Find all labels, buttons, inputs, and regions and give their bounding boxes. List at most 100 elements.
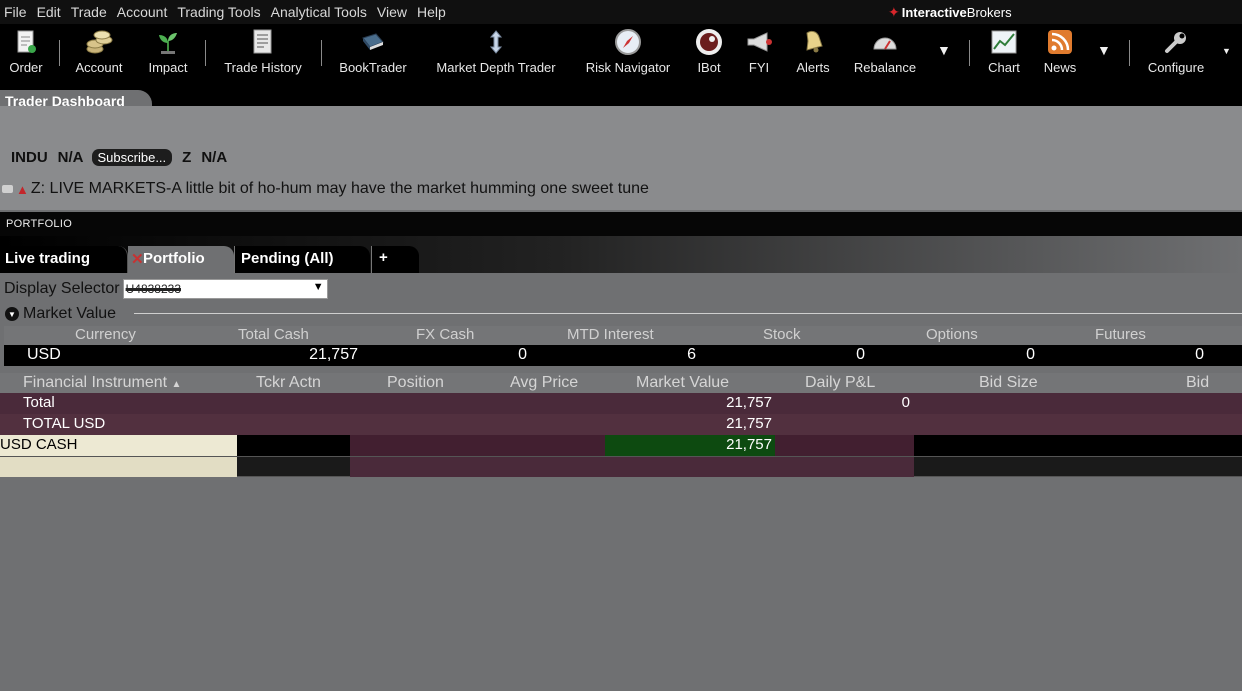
add-tab-button[interactable]: +	[371, 246, 419, 273]
ticker-symbol-z[interactable]: Z	[182, 149, 191, 166]
col-avg-price[interactable]: Avg Price	[510, 374, 578, 392]
col-mtd-interest[interactable]: MTD Interest	[567, 326, 654, 343]
mv-stock: 0	[856, 346, 865, 363]
mv-currency: USD	[27, 346, 61, 363]
compass-icon	[614, 28, 642, 56]
gauge-icon	[871, 28, 899, 56]
news-source-icon	[2, 185, 13, 193]
news-button[interactable]: News	[1040, 24, 1080, 82]
mv-futures: 0	[1195, 346, 1204, 363]
trader-dashboard: INDU N/A Subscribe... Z N/A ▲ Z: LIVE MA…	[0, 106, 1242, 210]
instrument-table-header: Financial Instrument ▲ Tckr Actn Positio…	[0, 373, 1242, 393]
market-value-row[interactable]: USD 21,757 0 6 0 0 0	[4, 345, 1242, 366]
menu-trade[interactable]: Trade	[67, 4, 113, 20]
booktrader-button[interactable]: BookTrader	[334, 24, 412, 82]
mv-options: 0	[1026, 346, 1035, 363]
market-value-header-row: Currency Total Cash FX Cash MTD Interest…	[4, 326, 1242, 345]
menu-account[interactable]: Account	[113, 4, 174, 20]
toolbar-overflow-dropdown-2[interactable]: ▼	[1097, 42, 1111, 58]
menu-bar: File Edit Trade Account Trading Tools An…	[0, 0, 1242, 24]
coins-icon	[85, 28, 113, 56]
col-position[interactable]: Position	[387, 374, 444, 392]
market-depth-trader-button[interactable]: Market Depth Trader	[428, 24, 564, 82]
col-market-value[interactable]: Market Value	[636, 374, 729, 392]
close-tab-icon[interactable]: ✕	[131, 250, 144, 268]
row-daily-pl: 0	[901, 394, 910, 411]
table-row-usd-cash[interactable]: USD CASH 21,757	[0, 435, 1242, 456]
table-row-total-usd[interactable]: TOTAL USD 21,757	[0, 414, 1242, 435]
news-headline[interactable]: ▲ Z: LIVE MARKETS-A little bit of ho-hum…	[2, 180, 649, 198]
menu-file[interactable]: File	[0, 4, 33, 20]
configure-button[interactable]: Configure	[1142, 24, 1210, 82]
col-currency[interactable]: Currency	[75, 326, 136, 343]
trade-history-button[interactable]: Trade History	[218, 24, 308, 82]
ibot-button[interactable]: IBot	[692, 24, 726, 82]
table-row-total[interactable]: Total 21,757 0	[0, 393, 1242, 414]
impact-button[interactable]: Impact	[142, 24, 194, 82]
chevron-down-icon: ▼	[312, 281, 324, 293]
configure-dropdown[interactable]: ▼	[1222, 46, 1231, 56]
display-selector: Display Selector U4838233 ▼	[4, 279, 328, 299]
menu-view[interactable]: View	[373, 4, 413, 20]
tab-live-trading[interactable]: Live trading	[0, 246, 128, 273]
toolbar-separator	[321, 40, 322, 66]
col-financial-instrument[interactable]: Financial Instrument ▲	[23, 374, 181, 392]
chart-icon	[990, 28, 1018, 56]
fyi-button[interactable]: FYI	[742, 24, 776, 82]
account-button[interactable]: Account	[72, 24, 126, 82]
ticker-row: INDU N/A Subscribe... Z N/A	[11, 149, 227, 166]
order-icon	[12, 28, 40, 56]
toolbar-separator	[205, 40, 206, 66]
display-selector-label: Display Selector	[4, 280, 120, 297]
mv-total-cash: 21,757	[309, 346, 358, 363]
bell-icon	[799, 28, 827, 56]
sort-ascending-icon: ▲	[171, 379, 182, 390]
risk-navigator-button[interactable]: Risk Navigator	[580, 24, 676, 82]
col-daily-pl[interactable]: Daily P&L	[805, 374, 875, 392]
toolbar-separator	[969, 40, 970, 66]
collapse-icon[interactable]: ▼	[5, 307, 19, 321]
menu-trading-tools[interactable]: Trading Tools	[173, 4, 266, 20]
col-fx-cash[interactable]: FX Cash	[416, 326, 474, 343]
account-select[interactable]: U4838233 ▼	[122, 279, 328, 299]
mv-mtd-interest: 6	[687, 346, 696, 363]
col-futures[interactable]: Futures	[1095, 326, 1146, 343]
book-icon	[359, 28, 387, 56]
cell-tckr-actn	[237, 435, 350, 456]
row-market-value: 21,757	[726, 415, 772, 432]
col-bid-size[interactable]: Bid Size	[979, 374, 1038, 392]
history-document-icon	[249, 28, 277, 56]
rebalance-button[interactable]: Rebalance	[850, 24, 920, 82]
section-divider	[134, 313, 1242, 314]
ibot-icon	[695, 28, 723, 56]
menu-edit[interactable]: Edit	[33, 4, 67, 20]
ticker-symbol-indu[interactable]: INDU	[11, 149, 48, 166]
table-row-empty[interactable]	[0, 456, 1242, 477]
menu-help[interactable]: Help	[413, 4, 452, 20]
tab-portfolio[interactable]: ✕ Portfolio	[128, 246, 234, 273]
col-stock[interactable]: Stock	[763, 326, 801, 343]
toolbar-separator	[1129, 40, 1130, 66]
chart-button[interactable]: Chart	[984, 24, 1024, 82]
megaphone-icon	[745, 28, 773, 56]
wrench-icon	[1162, 28, 1190, 56]
toolbar: Order Account Impact Trade History BookT…	[0, 24, 1242, 82]
col-bid[interactable]: Bid	[1186, 374, 1209, 392]
cell-bid	[914, 435, 1242, 456]
tab-pending-all[interactable]: Pending (All)	[234, 246, 370, 273]
order-button[interactable]: Order	[5, 24, 47, 82]
market-value-section-header[interactable]: ▼ Market Value	[5, 305, 116, 323]
row-name: TOTAL USD	[23, 415, 106, 432]
row-market-value: 21,757	[726, 394, 772, 411]
col-total-cash[interactable]: Total Cash	[238, 326, 309, 343]
ticker-value-indu: N/A	[57, 149, 84, 166]
cell-middle	[350, 457, 914, 477]
ticker-value-z: N/A	[201, 149, 228, 166]
col-tckr-actn[interactable]: Tckr Actn	[256, 374, 321, 392]
brand-logo: ✦ Interactive Brokers	[888, 4, 1012, 20]
toolbar-overflow-dropdown[interactable]: ▼	[937, 42, 951, 58]
alerts-button[interactable]: Alerts	[792, 24, 834, 82]
menu-analytical-tools[interactable]: Analytical Tools	[267, 4, 373, 20]
subscribe-button[interactable]: Subscribe...	[91, 149, 173, 166]
col-options[interactable]: Options	[926, 326, 978, 343]
